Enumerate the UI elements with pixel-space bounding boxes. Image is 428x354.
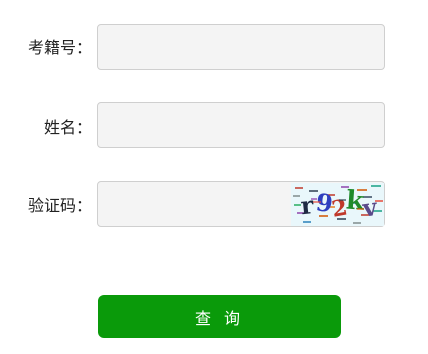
captcha-label: 验证码： bbox=[27, 196, 92, 215]
name-input[interactable] bbox=[97, 102, 385, 148]
exam-number-input[interactable] bbox=[97, 24, 385, 70]
captcha-graphic: r 9 2 k v bbox=[291, 183, 384, 226]
name-label: 姓名： bbox=[43, 118, 92, 137]
exam-number-label: 考籍号： bbox=[27, 38, 92, 57]
query-button[interactable]: 查 询 bbox=[98, 295, 341, 338]
query-form: 考籍号： 姓名： 验证码： r 9 2 k v 查 询 bbox=[0, 0, 428, 354]
captcha-image[interactable]: r 9 2 k v bbox=[291, 183, 384, 226]
